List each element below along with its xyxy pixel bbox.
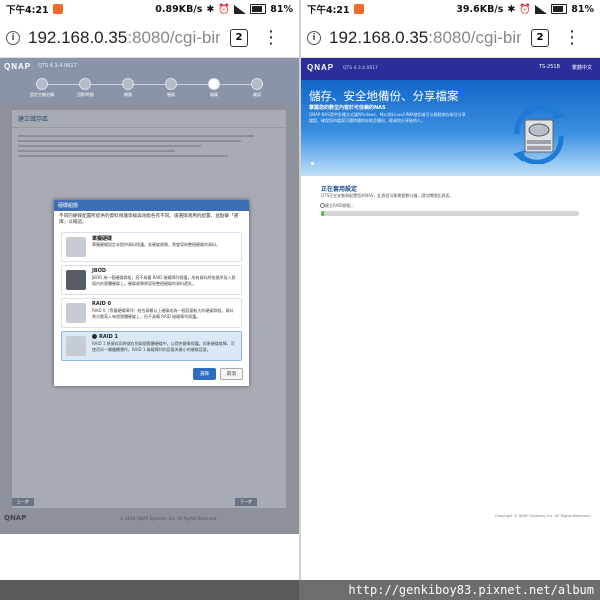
footer-logo: QNAP: [4, 514, 27, 522]
battery-level: 81%: [571, 3, 594, 15]
menu-icon[interactable]: ⋮: [563, 28, 581, 47]
footer-copyright: © 2018 QNAP Systems, Inc. All Rights Res…: [120, 516, 218, 521]
jbod-icon: [66, 270, 86, 291]
status-time: 下午4:21: [307, 5, 350, 16]
qnap-logo: QNAP: [307, 63, 335, 72]
url-host: 192.168.0.35: [329, 27, 429, 47]
step-1: 設定主機名稱: [30, 78, 54, 98]
url-rest: :8080/cgi-bin: [428, 27, 521, 47]
footer-copyright: Copyright © QNAP Systems, Inc. All Right…: [495, 514, 591, 518]
right-phone-screen: 下午4:21 39.6KB/s ✱ ⏰ 81% i 192.168.0.35:8…: [301, 0, 600, 580]
url-host: 192.168.0.35: [28, 27, 128, 47]
dialog-title: 硬碟組態: [54, 200, 249, 211]
tab-switcher-button[interactable]: 2: [531, 28, 549, 47]
step-4: 服務: [159, 78, 183, 98]
menu-icon[interactable]: ⋮: [262, 28, 280, 47]
section-title: 建立儲存區: [12, 110, 286, 128]
step-6: 確認: [245, 78, 269, 98]
notification-icon: [52, 4, 63, 14]
info-icon[interactable]: i: [6, 30, 20, 45]
qnap-header: QNAP QTS 4.3.4.0617 設定主機名稱 日期/時間 網路 服務 磁…: [0, 58, 299, 104]
net-speed: 0.89KB/s: [155, 3, 203, 15]
option-jbod[interactable]: JBOD JBOD 為一個硬碟群組，您不具備 RAID 磁碟陣列保護，所有資料將…: [61, 265, 242, 296]
cancel-button[interactable]: 取消: [220, 368, 243, 380]
banner-title: 儲存、安全地備份、分享檔案: [309, 89, 459, 103]
step-5: 磁碟: [202, 78, 226, 98]
disk-config-dialog: 硬碟組態 不同的硬碟配置所提供的資料保護等級與效能各有不同。請選擇適用的配置，並…: [54, 200, 249, 386]
net-speed: 39.6KB/s: [456, 3, 504, 15]
qnap-header: QNAP QTS 4.3.4.0617 TS-251B 繁體中文: [301, 58, 600, 80]
battery-level: 81%: [270, 3, 293, 15]
progress-fill: [321, 211, 324, 216]
next-button[interactable]: 下一步: [235, 498, 257, 506]
tab-switcher-button[interactable]: 2: [230, 28, 248, 47]
left-phone-screen: 下午4:21 0.89KB/s ✱ ⏰ 81% i 192.168.0.35:8…: [0, 0, 299, 580]
option-raid1[interactable]: RAID 1 RAID 1 將資料同時儲存到兩個實體硬碟中，以提供鏡像保護。如果…: [61, 331, 242, 362]
browser-url-bar: i 192.168.0.35:8080/cgi-bin 2 ⋮: [301, 18, 600, 58]
status-title: 正在套用設定: [321, 186, 358, 193]
url-rest: :8080/cgi-bin: [127, 27, 220, 47]
progress-label: 建立RAID群組...: [325, 203, 355, 208]
qts-version: QTS 4.3.4.0617: [38, 63, 77, 69]
url-field[interactable]: 192.168.0.35:8080/cgi-bin: [28, 28, 220, 48]
browser-url-bar: i 192.168.0.35:8080/cgi-bin 2 ⋮: [0, 18, 299, 58]
carousel-dots[interactable]: [311, 162, 332, 165]
watermark-bar: http://genkiboy83.pixnet.net/album: [0, 580, 600, 600]
status-time: 下午4:21: [6, 5, 49, 16]
check-icon: [92, 334, 97, 340]
wifi-icon: [234, 4, 247, 14]
dialog-description: 不同的硬碟配置所提供的資料保護等級與效能各有不同。請選擇適用的配置，並點擊「選擇…: [59, 214, 239, 226]
select-button[interactable]: 選擇: [193, 368, 216, 380]
back-button[interactable]: 上一步: [12, 498, 34, 506]
bluetooth-icon: ✱: [206, 3, 215, 15]
info-icon[interactable]: i: [307, 30, 321, 45]
status-bar: 下午4:21 39.6KB/s ✱ ⏰ 81%: [301, 0, 600, 18]
progress-bar: [321, 211, 579, 216]
hero-banner: 儲存、安全地備份、分享檔案 掌握您的數位內容於可信賴的NAS QNAP NAS提…: [301, 80, 600, 176]
qts-version: QTS 4.3.4.0617: [343, 66, 378, 71]
placeholder-text: [12, 128, 286, 164]
language-selector[interactable]: 繁體中文: [572, 64, 592, 71]
status-right: 39.6KB/s ✱ ⏰ 81%: [456, 0, 594, 18]
battery-icon: [551, 4, 568, 14]
left-footer: QNAP © 2018 QNAP Systems, Inc. All Right…: [0, 508, 299, 534]
watermark-url: http://genkiboy83.pixnet.net/album: [348, 583, 594, 597]
raid0-icon: [66, 303, 86, 324]
banner-description: QNAP NAS提供多種方式讓Windows、Mac與Linux/UNIX使用者…: [309, 112, 466, 123]
option-single-disk[interactable]: 單獨硬碟 單獨硬碟設定未提供資料保護。若硬碟故障，將會導致整個硬碟的資料。: [61, 232, 242, 263]
notification-icon: [353, 4, 364, 14]
wizard-steps: 設定主機名稱 日期/時間 網路 服務 磁碟 確認: [30, 78, 270, 100]
bluetooth-icon: ✱: [507, 3, 516, 15]
option-raid0[interactable]: RAID 0 RAID 0（等量硬碟陣列）結合兩顆以上硬碟成為一個容量較大的硬碟…: [61, 298, 242, 329]
disk-icon: [66, 237, 86, 258]
alarm-icon: ⏰: [519, 3, 532, 15]
battery-icon: [250, 4, 267, 14]
device-name: TS-251B: [538, 64, 560, 70]
status-right: 0.89KB/s ✱ ⏰ 81%: [155, 0, 293, 18]
nas-backup-icon: [513, 105, 565, 164]
status-description: QTS正在安裝和配置您的NAS，此過程可能需要數分鐘，請勿關閉此頁面。: [321, 193, 454, 198]
apply-settings-panel: 正在套用設定 QTS正在安裝和配置您的NAS，此過程可能需要數分鐘，請勿關閉此頁…: [301, 176, 600, 580]
alarm-icon: ⏰: [218, 3, 231, 15]
step-2: 日期/時間: [73, 78, 97, 98]
status-bar: 下午4:21 0.89KB/s ✱ ⏰ 81%: [0, 0, 299, 18]
raid1-icon: [66, 336, 86, 357]
qnap-logo: QNAP: [4, 62, 32, 71]
url-field[interactable]: 192.168.0.35:8080/cgi-bin: [329, 28, 521, 48]
banner-subtitle: 掌握您的數位內容於可信賴的NAS: [309, 105, 386, 111]
wifi-icon: [535, 4, 548, 14]
step-3: 網路: [116, 78, 140, 98]
